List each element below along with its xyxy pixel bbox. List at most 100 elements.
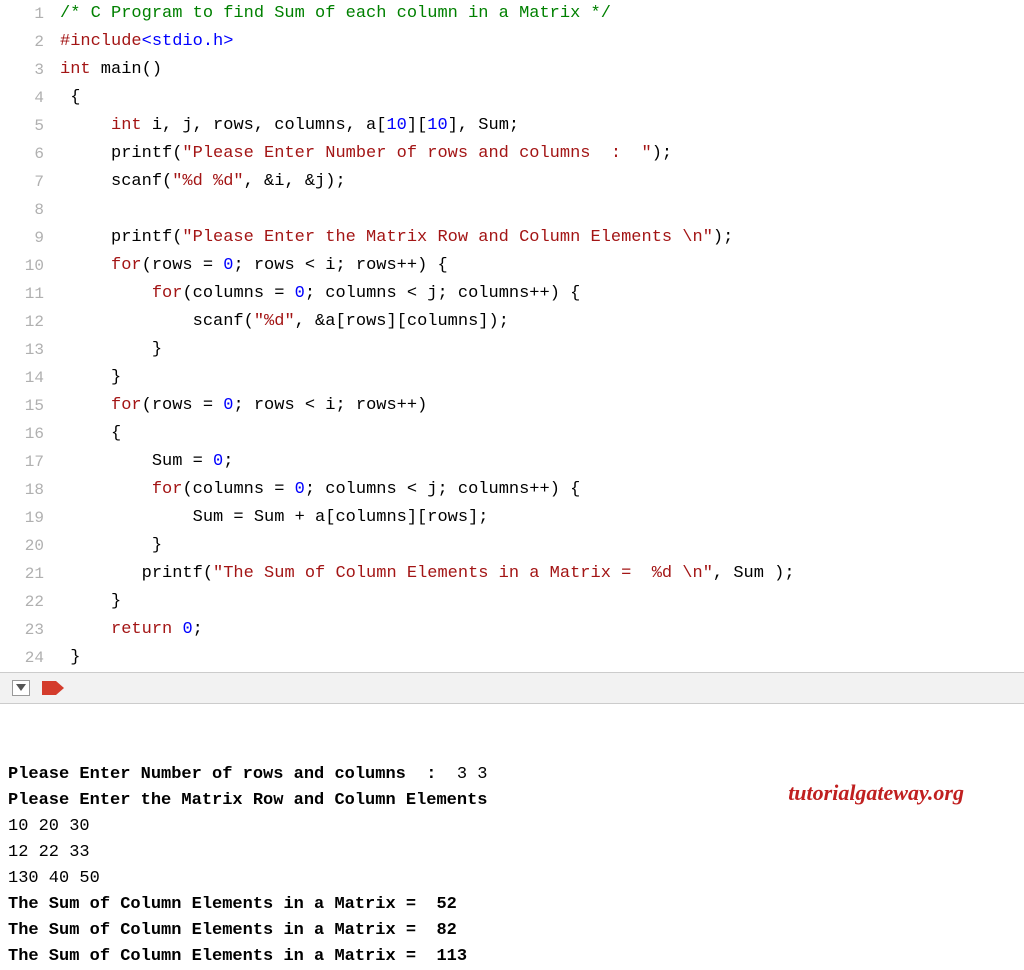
line-number: 10 xyxy=(0,252,44,280)
code-token xyxy=(60,256,111,275)
code-token: Sum = xyxy=(60,452,213,471)
code-token: printf( xyxy=(60,144,182,163)
code-line[interactable]: printf("Please Enter Number of rows and … xyxy=(60,140,1024,168)
line-number: 9 xyxy=(0,224,44,252)
line-number: 18 xyxy=(0,476,44,504)
line-number: 16 xyxy=(0,420,44,448)
code-line[interactable]: scanf("%d %d", &i, &j); xyxy=(60,168,1024,196)
tag-icon[interactable] xyxy=(42,681,64,695)
code-token: main() xyxy=(91,60,162,79)
code-line[interactable]: for(rows = 0; rows < i; rows++) xyxy=(60,392,1024,420)
code-line[interactable]: Sum = 0; xyxy=(60,448,1024,476)
code-line[interactable]: } xyxy=(60,336,1024,364)
code-token: "Please Enter Number of rows and columns… xyxy=(182,144,651,163)
code-token: , &a[rows][columns]); xyxy=(295,312,509,331)
code-line[interactable]: for(rows = 0; rows < i; rows++) { xyxy=(60,252,1024,280)
code-token: ; xyxy=(193,620,203,639)
code-token: for xyxy=(111,256,142,275)
console-line: The Sum of Column Elements in a Matrix =… xyxy=(8,918,1016,944)
line-number: 20 xyxy=(0,532,44,560)
code-line[interactable] xyxy=(60,196,1024,224)
code-token: 0 xyxy=(223,256,233,275)
code-editor[interactable]: 123456789101112131415161718192021222324 … xyxy=(0,0,1024,672)
code-token: int xyxy=(60,60,91,79)
code-token: ][ xyxy=(407,116,427,135)
line-number: 12 xyxy=(0,308,44,336)
code-line[interactable]: { xyxy=(60,420,1024,448)
code-line[interactable]: int main() xyxy=(60,56,1024,84)
code-token: printf( xyxy=(60,228,182,247)
line-number: 3 xyxy=(0,56,44,84)
console-line: The Sum of Column Elements in a Matrix =… xyxy=(8,944,1016,970)
code-line[interactable]: scanf("%d", &a[rows][columns]); xyxy=(60,308,1024,336)
code-token: 0 xyxy=(295,284,305,303)
code-token xyxy=(60,480,152,499)
code-token: (columns = xyxy=(182,284,294,303)
line-number: 1 xyxy=(0,0,44,28)
code-token: ; columns < j; columns++) { xyxy=(305,284,580,303)
code-token: ; rows < i; rows++) { xyxy=(233,256,447,275)
code-token: } xyxy=(60,648,80,667)
line-number: 5 xyxy=(0,112,44,140)
code-line[interactable]: Sum = Sum + a[columns][rows]; xyxy=(60,504,1024,532)
code-token: for xyxy=(152,284,183,303)
code-token: 0 xyxy=(223,396,233,415)
code-token: "The Sum of Column Elements in a Matrix … xyxy=(213,564,713,583)
code-token: ], Sum; xyxy=(448,116,519,135)
code-token: scanf( xyxy=(60,312,254,331)
code-line[interactable]: printf("Please Enter the Matrix Row and … xyxy=(60,224,1024,252)
code-token: for xyxy=(111,396,142,415)
code-line[interactable]: for(columns = 0; columns < j; columns++)… xyxy=(60,476,1024,504)
code-token: } xyxy=(60,340,162,359)
code-token: <stdio.h> xyxy=(142,32,234,51)
code-token: 10 xyxy=(386,116,406,135)
code-line[interactable]: #include<stdio.h> xyxy=(60,28,1024,56)
code-line[interactable]: return 0; xyxy=(60,616,1024,644)
code-token: 10 xyxy=(427,116,447,135)
code-content[interactable]: /* C Program to find Sum of each column … xyxy=(60,0,1024,672)
console-line: 130 40 50 xyxy=(8,866,1016,892)
code-token: (rows = xyxy=(142,256,224,275)
code-line[interactable]: } xyxy=(60,364,1024,392)
code-token: "%d %d" xyxy=(172,172,243,191)
code-line[interactable]: } xyxy=(60,588,1024,616)
code-token: , &i, &j); xyxy=(244,172,346,191)
code-token: printf( xyxy=(60,564,213,583)
code-token: } xyxy=(60,536,162,555)
code-token: } xyxy=(60,592,121,611)
code-token: ; rows < i; rows++) xyxy=(233,396,427,415)
code-token xyxy=(60,396,111,415)
code-token: #include xyxy=(60,32,142,51)
line-number: 15 xyxy=(0,392,44,420)
dropdown-icon[interactable] xyxy=(12,680,30,696)
code-line[interactable]: } xyxy=(60,644,1024,672)
line-number: 2 xyxy=(0,28,44,56)
code-token xyxy=(60,116,111,135)
line-number: 4 xyxy=(0,84,44,112)
code-token: { xyxy=(60,424,121,443)
code-token: ; xyxy=(223,452,233,471)
line-number: 19 xyxy=(0,504,44,532)
code-token xyxy=(60,620,111,639)
line-number: 14 xyxy=(0,364,44,392)
line-number-gutter: 123456789101112131415161718192021222324 xyxy=(0,0,60,672)
code-token: (columns = xyxy=(182,480,294,499)
code-token: ; columns < j; columns++) { xyxy=(305,480,580,499)
code-token: "%d" xyxy=(254,312,295,331)
line-number: 8 xyxy=(0,196,44,224)
code-line[interactable]: printf("The Sum of Column Elements in a … xyxy=(60,560,1024,588)
code-token: scanf( xyxy=(60,172,172,191)
code-line[interactable]: int i, j, rows, columns, a[10][10], Sum; xyxy=(60,112,1024,140)
code-line[interactable]: } xyxy=(60,532,1024,560)
line-number: 6 xyxy=(0,140,44,168)
code-line[interactable]: /* C Program to find Sum of each column … xyxy=(60,0,1024,28)
line-number: 13 xyxy=(0,336,44,364)
code-token: return xyxy=(111,620,172,639)
code-line[interactable]: for(columns = 0; columns < j; columns++)… xyxy=(60,280,1024,308)
watermark: tutorialgateway.org xyxy=(788,780,964,806)
code-line[interactable]: { xyxy=(60,84,1024,112)
line-number: 11 xyxy=(0,280,44,308)
code-token: i, j, rows, columns, a[ xyxy=(142,116,387,135)
code-token: { xyxy=(60,88,80,107)
console-line: The Sum of Column Elements in a Matrix =… xyxy=(8,892,1016,918)
